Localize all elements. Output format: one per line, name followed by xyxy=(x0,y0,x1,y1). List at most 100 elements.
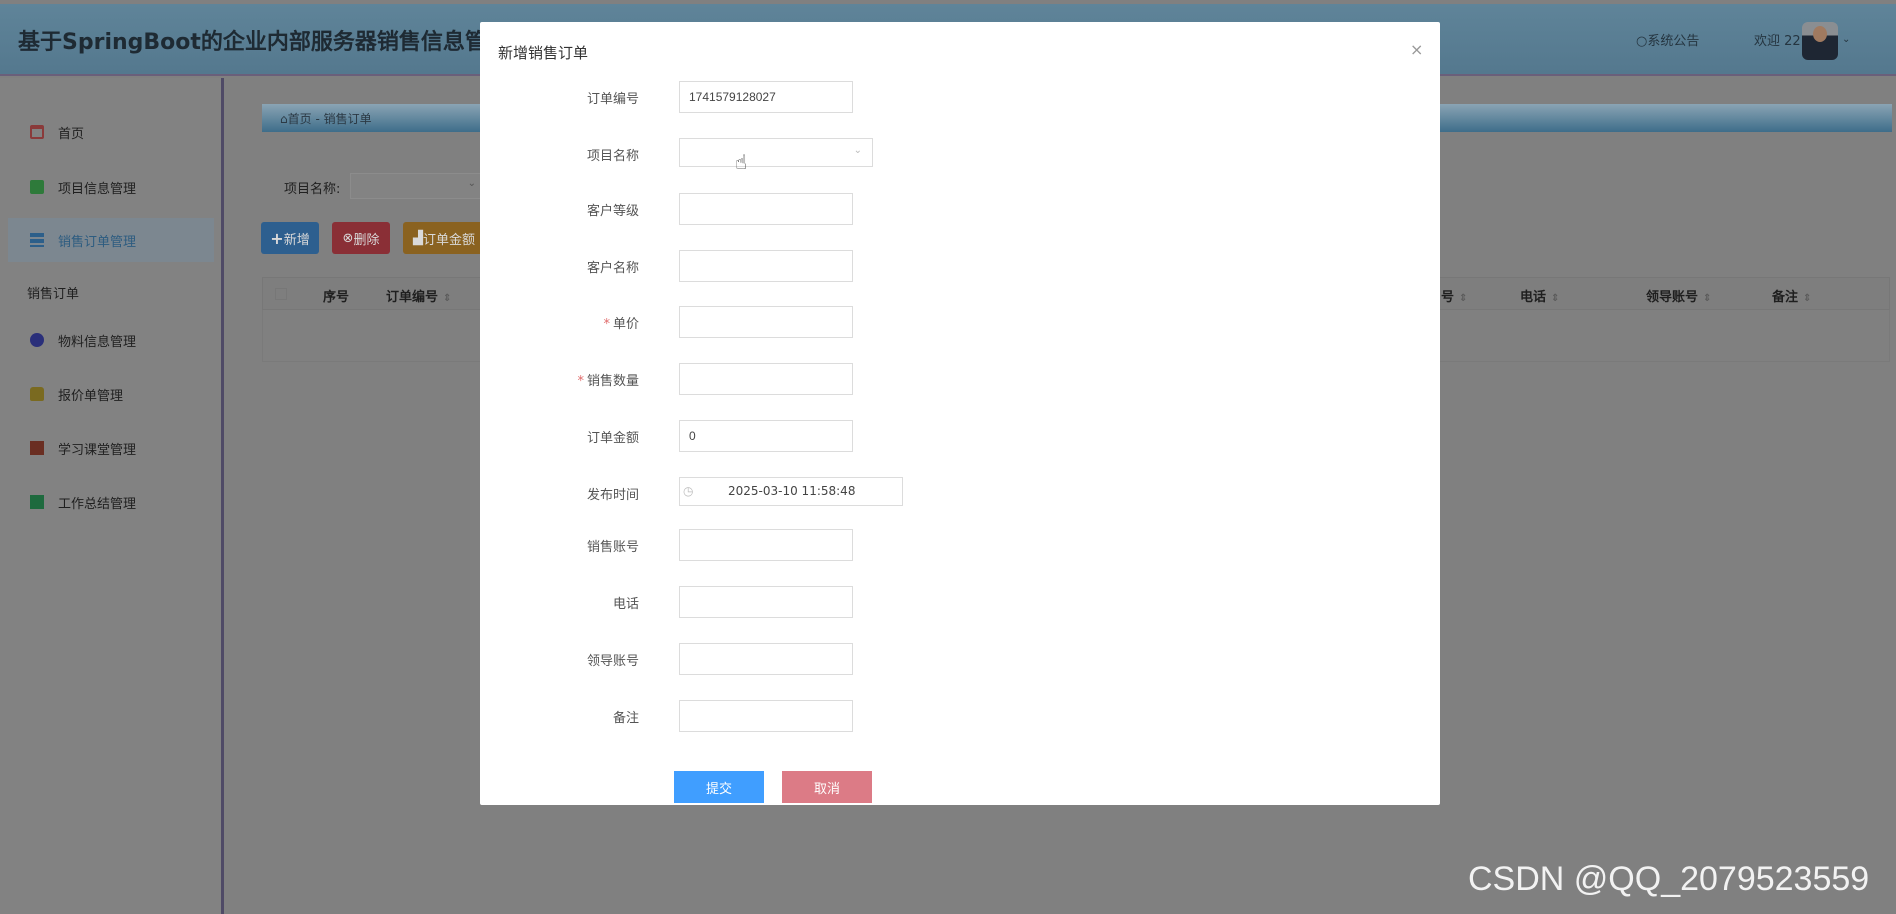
field-leader: 领导账号 xyxy=(480,643,1440,675)
field-label: 电话 xyxy=(613,593,639,612)
field-remark: 备注 xyxy=(480,700,1440,732)
field-customer: 客户名称 xyxy=(480,250,1440,282)
sales-account-input[interactable] xyxy=(679,529,853,561)
sidebar: 首页 项目信息管理 销售订单管理 销售订单 物料信息管理 报价单管理 学习课堂管… xyxy=(0,78,224,914)
breadcrumb-home[interactable]: 首页 xyxy=(288,112,312,126)
field-label: *销售数量 xyxy=(577,370,639,389)
field-price: *单价 xyxy=(480,306,1440,338)
submit-button[interactable]: 提交 xyxy=(674,771,764,803)
column-label: 号 xyxy=(1441,290,1454,305)
home-icon xyxy=(30,125,44,139)
sort-icon: ⇕ xyxy=(1703,293,1711,304)
sidebar-item-label: 首页 xyxy=(58,123,84,142)
table-icon xyxy=(30,495,44,509)
chevron-down-icon[interactable]: ⌄ xyxy=(1842,34,1850,45)
sidebar-item-material[interactable]: 物料信息管理 xyxy=(0,318,214,362)
book-icon xyxy=(30,441,44,455)
add-label: 新增 xyxy=(284,229,310,248)
system-notice-link[interactable]: ○系统公告 xyxy=(1636,30,1699,49)
sidebar-item-project[interactable]: 项目信息管理 xyxy=(0,165,214,209)
column-header[interactable]: 号⇕ xyxy=(1441,286,1467,305)
field-label: *单价 xyxy=(603,313,639,332)
sidebar-item-label: 项目信息管理 xyxy=(58,178,136,197)
close-circle-icon: ⊗ xyxy=(343,231,354,246)
chart-icon: ▟ xyxy=(413,231,423,246)
column-header[interactable]: 领导账号⇕ xyxy=(1646,286,1711,305)
field-time: 发布时间 ◷ 2025-03-10 11:58:48 xyxy=(480,477,1440,509)
folder-icon xyxy=(30,180,44,194)
delete-label: 删除 xyxy=(353,229,379,248)
watermark: CSDN @QQ_2079523559 xyxy=(1468,860,1869,899)
column-header[interactable]: 订单编号 ⇕ xyxy=(386,286,451,305)
dialog-title: 新增销售订单 xyxy=(498,42,588,63)
publish-time-picker[interactable]: ◷ 2025-03-10 11:58:48 xyxy=(679,477,903,506)
field-label: 订单编号 xyxy=(587,88,639,107)
column-label: 备注 xyxy=(1772,290,1798,305)
sort-icon: ⇕ xyxy=(1459,293,1467,304)
field-label: 领导账号 xyxy=(587,650,639,669)
add-button[interactable]: +新增 xyxy=(261,222,319,254)
home-icon: ⌂ xyxy=(280,112,288,126)
field-order-no: 订单编号 xyxy=(480,81,1440,113)
welcome-text: 欢迎 22 xyxy=(1754,30,1801,49)
column-label: 电话 xyxy=(1520,290,1546,305)
sidebar-item-summary[interactable]: 工作总结管理 xyxy=(0,480,214,524)
date-value: 2025-03-10 11:58:48 xyxy=(728,484,855,498)
avatar[interactable] xyxy=(1802,22,1838,60)
leader-account-input[interactable] xyxy=(679,643,853,675)
remark-input[interactable] xyxy=(679,700,853,732)
column-label: 订单编号 xyxy=(386,290,438,305)
sidebar-item-label: 销售订单管理 xyxy=(58,231,136,250)
customer-name-input[interactable] xyxy=(679,250,853,282)
sidebar-item-home[interactable]: 首页 xyxy=(0,110,214,154)
sidebar-item-sales-order[interactable]: 销售订单管理 xyxy=(8,218,214,262)
notice-label: 系统公告 xyxy=(1647,34,1699,49)
sidebar-item-quote[interactable]: 报价单管理 xyxy=(0,372,214,416)
breadcrumb-separator: - xyxy=(315,112,319,126)
disc-icon xyxy=(30,333,44,347)
sort-icon: ⇕ xyxy=(1551,293,1559,304)
order-amount-input[interactable] xyxy=(679,420,853,452)
label-text: 单价 xyxy=(613,317,639,332)
field-label: 客户名称 xyxy=(587,257,639,276)
field-project: 项目名称 ⌄ xyxy=(480,138,1440,170)
sort-icon: ⇕ xyxy=(443,293,451,304)
sidebar-item-label: 报价单管理 xyxy=(58,385,123,404)
delete-button[interactable]: ⊗删除 xyxy=(332,222,390,254)
price-input[interactable] xyxy=(679,306,853,338)
sidebar-item-study[interactable]: 学习课堂管理 xyxy=(0,426,214,470)
field-label: 客户等级 xyxy=(587,200,639,219)
clock-icon: ◷ xyxy=(683,484,693,498)
field-label: 发布时间 xyxy=(587,484,639,503)
list-icon xyxy=(30,233,44,247)
close-icon[interactable]: × xyxy=(1410,40,1423,59)
sort-icon: ⇕ xyxy=(1803,293,1811,304)
bell-icon: ○ xyxy=(1636,34,1647,49)
customer-level-input[interactable] xyxy=(679,193,853,225)
chevron-down-icon: ⌄ xyxy=(854,145,862,156)
tag-icon xyxy=(30,387,44,401)
field-qty: *销售数量 xyxy=(480,363,1440,395)
field-label: 订单金额 xyxy=(587,427,639,446)
field-label: 项目名称 xyxy=(587,145,639,164)
app-title: 基于SpringBoot的企业内部服务器销售信息管理 xyxy=(18,24,509,56)
column-header[interactable]: 电话 ⇕ xyxy=(1520,286,1559,305)
cancel-button[interactable]: 取消 xyxy=(782,771,872,803)
column-header: 序号 xyxy=(323,286,349,305)
column-header[interactable]: 备注 ⇕ xyxy=(1772,286,1811,305)
order-amount-button[interactable]: ▟订单金额 xyxy=(403,222,483,254)
field-phone: 电话 xyxy=(480,586,1440,618)
quantity-input[interactable] xyxy=(679,363,853,395)
project-select[interactable]: ⌄ xyxy=(679,138,873,167)
phone-input[interactable] xyxy=(679,586,853,618)
required-mark: * xyxy=(603,317,610,332)
chevron-down-icon: ⌄ xyxy=(468,178,476,189)
field-amount: 订单金额 xyxy=(480,420,1440,452)
select-all-checkbox[interactable] xyxy=(275,288,287,300)
breadcrumb-current: 销售订单 xyxy=(324,112,372,126)
project-search-select[interactable]: ⌄ xyxy=(350,173,485,199)
order-no-input[interactable] xyxy=(679,81,853,113)
sidebar-section-label: 销售订单 xyxy=(27,283,79,302)
field-label: 备注 xyxy=(613,707,639,726)
plus-icon: + xyxy=(270,229,283,248)
